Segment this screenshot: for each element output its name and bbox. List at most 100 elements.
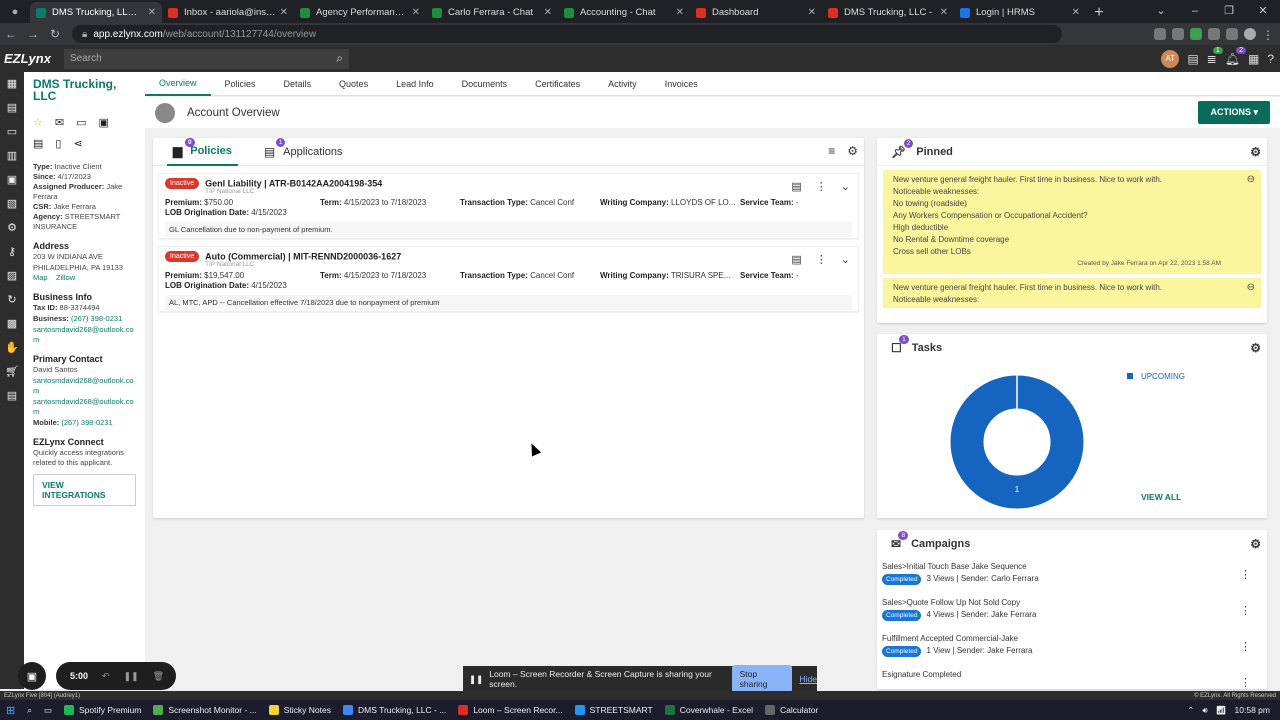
more-vert-icon[interactable]: ⋮: [816, 180, 827, 193]
tab-invoices[interactable]: Invoices: [651, 73, 712, 95]
hand-icon[interactable]: ✋: [5, 342, 19, 355]
share-icon[interactable]: [1154, 28, 1166, 40]
tab-quotes[interactable]: Quotes: [325, 73, 382, 95]
puzzle-icon[interactable]: [1208, 28, 1220, 40]
briefcase-icon[interactable]: ▩: [7, 318, 17, 331]
star-icon[interactable]: ☆: [33, 116, 43, 129]
close-tab-icon[interactable]: ✕: [412, 7, 420, 18]
more-vert-icon[interactable]: ⋮: [1240, 676, 1251, 689]
more-vert-icon[interactable]: ⋮: [816, 253, 827, 266]
pinned-note[interactable]: ⊖ New venture general freight hauler. Fi…: [883, 278, 1261, 308]
phone-icon[interactable]: ▣: [99, 116, 109, 129]
more-vert-icon[interactable]: ⋮: [1240, 568, 1251, 581]
browser-tab[interactable]: Dashboard ✕: [690, 2, 822, 23]
gear-icon[interactable]: ⚙: [1250, 341, 1261, 355]
taskbar-app[interactable]: Spotify Premium: [58, 700, 147, 720]
bell-icon[interactable]: 🔔︎ 2: [1225, 46, 1246, 66]
profile-avatar[interactable]: [1244, 28, 1256, 40]
sort-icon[interactable]: ≡: [828, 144, 835, 158]
structure-icon[interactable]: ▥: [7, 150, 17, 163]
browser-tab[interactable]: Carlo Ferrara - Chat ✕: [426, 2, 558, 23]
refresh-icon[interactable]: ↻: [7, 294, 16, 307]
chevron-down-icon[interactable]: ⌄: [841, 180, 850, 193]
loom-camera-button[interactable]: ▣: [18, 662, 46, 690]
minimize-button[interactable]: –: [1178, 0, 1212, 23]
tab-certificates[interactable]: Certificates: [521, 73, 594, 95]
close-tab-icon[interactable]: ✕: [676, 7, 684, 18]
more-vert-icon[interactable]: ⋮: [1240, 604, 1251, 617]
browser-tab[interactable]: Accounting - Chat ✕: [558, 2, 690, 23]
restore-button[interactable]: ❐: [1212, 0, 1246, 23]
start-button[interactable]: ⊞: [0, 700, 21, 720]
tab-policies[interactable]: ▆ 0 Policies: [167, 137, 238, 166]
close-tab-icon[interactable]: ✕: [1072, 7, 1080, 18]
tab-applications[interactable]: ▤ 1 Applications: [258, 137, 349, 166]
share-icon[interactable]: ⋖: [73, 137, 82, 150]
browser-more-icon[interactable]: ⋮: [1262, 28, 1274, 42]
browser-tab[interactable]: Inbox - aariola@insboss. ✕: [162, 2, 294, 23]
close-tab-icon[interactable]: ✕: [940, 7, 948, 18]
more-vert-icon[interactable]: ⋮: [1240, 640, 1251, 653]
gear-icon[interactable]: ⚙: [847, 144, 858, 158]
volume-icon[interactable]: 🔊︎: [1202, 705, 1207, 716]
tab-overview[interactable]: Overview: [145, 72, 211, 96]
book-icon[interactable]: ▨: [7, 270, 17, 283]
clipboard-icon[interactable]: ▤: [791, 180, 801, 193]
contacts-icon[interactable]: ▤: [7, 102, 17, 115]
notes-icon[interactable]: ≣ 1: [1207, 46, 1223, 66]
tab-details[interactable]: Details: [270, 73, 326, 95]
trash-icon[interactable]: 🗑︎: [153, 671, 164, 682]
download-icon[interactable]: [1226, 28, 1238, 40]
collapse-icon[interactable]: ⊖: [1247, 282, 1255, 294]
actions-button[interactable]: ACTIONS ▾: [1198, 101, 1270, 124]
undo-icon[interactable]: ↶: [102, 671, 110, 682]
contact-email[interactable]: santosmdavid268@outlook.com: [33, 376, 136, 396]
browser-tab[interactable]: Agency Performance Pac ✕: [294, 2, 426, 23]
email-icon[interactable]: ✉: [55, 116, 64, 129]
id-card-icon[interactable]: ▣: [7, 174, 17, 187]
task-view-icon[interactable]: ▭: [38, 700, 58, 720]
search-icon[interactable]: ⌕: [336, 51, 343, 66]
view-all-link[interactable]: VIEW ALL: [1141, 492, 1181, 502]
campaign-item[interactable]: Sales>Initial Touch Base Jake Sequence Co…: [877, 558, 1267, 594]
view-integrations-button[interactable]: VIEW INTEGRATIONS: [33, 474, 136, 506]
gear-icon[interactable]: ⚙: [1250, 145, 1261, 159]
search-input[interactable]: Search ⌕: [64, 48, 349, 69]
zillow-link[interactable]: Zillow: [56, 273, 75, 282]
gear-icon[interactable]: ⚙: [1250, 537, 1261, 551]
mobile-phone[interactable]: (267) 398-0231: [61, 418, 112, 427]
business-phone[interactable]: (267) 398-0231: [71, 314, 122, 323]
campaign-item[interactable]: Fulfillment Accepted Commercial-Jake Comp…: [877, 630, 1267, 666]
business-email[interactable]: santosmdavid268@outlook.com: [33, 325, 136, 345]
browser-tab[interactable]: Login | HRMS ✕: [954, 2, 1086, 23]
contact-email-secondary[interactable]: santosmdavid268@outlook.com: [33, 397, 136, 417]
policy-row[interactable]: Inactive Genl Liability | ATR-B0142AA2004…: [158, 173, 859, 239]
hide-link[interactable]: Hide: [800, 674, 817, 684]
help-icon[interactable]: ?: [1267, 52, 1274, 66]
apps-icon[interactable]: ▦: [1248, 52, 1259, 66]
taskbar-app[interactable]: Loom – Screen Recor...: [452, 700, 568, 720]
new-document-icon[interactable]: ▤: [1187, 52, 1198, 66]
policy-name[interactable]: Auto (Commercial) | MIT-RENND2000036-162…: [205, 252, 401, 262]
taskbar-app[interactable]: Sticky Notes: [263, 700, 337, 720]
tab-policies[interactable]: Policies: [211, 73, 270, 95]
policy-row[interactable]: Inactive Auto (Commercial) | MIT-RENND200…: [158, 246, 859, 312]
stop-sharing-button[interactable]: Stop sharing: [731, 665, 792, 693]
reload-button[interactable]: ↻: [44, 27, 66, 41]
new-tab-button[interactable]: +: [1086, 2, 1112, 23]
collapse-icon[interactable]: ⊖: [1247, 174, 1255, 186]
tray-chevron-icon[interactable]: ⌃: [1187, 705, 1194, 716]
close-tab-icon[interactable]: ✕: [808, 7, 816, 18]
browser-tab[interactable]: DMS Trucking, LLC - Acc ✕: [30, 2, 162, 23]
wifi-icon[interactable]: 📶︎: [1216, 705, 1227, 716]
taskbar-app[interactable]: Coverwhale - Excel: [659, 700, 759, 720]
inbox-icon[interactable]: ▤: [7, 390, 17, 403]
document-icon[interactable]: ▯: [55, 137, 61, 150]
back-button[interactable]: ←: [0, 27, 22, 41]
forward-button[interactable]: →: [22, 27, 44, 41]
url-field[interactable]: 🔒︎ app.ezlynx.com/web/account/131127744/…: [72, 25, 1062, 43]
taskbar-app[interactable]: STREETSMART: [569, 700, 659, 720]
campaign-item[interactable]: Sales>Quote Follow Up Not Sold Copy Compl…: [877, 594, 1267, 630]
taskbar-app[interactable]: DMS Trucking, LLC - ...: [337, 700, 452, 720]
tab-search-icon[interactable]: ⌄: [1144, 0, 1178, 23]
